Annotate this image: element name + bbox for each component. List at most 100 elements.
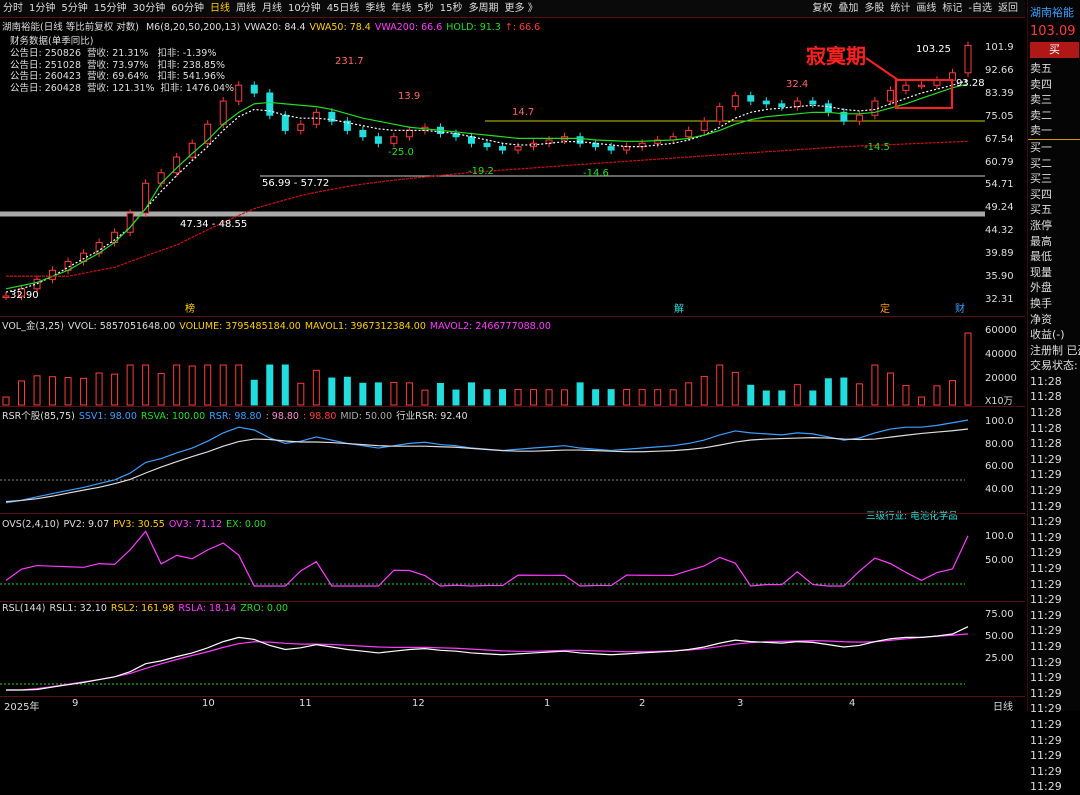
candle [716,106,724,122]
ovs-y-label: 100.0 [985,531,1014,542]
quote-row: 11:28 [1030,390,1062,404]
quote-row: 涨停 [1030,218,1052,232]
rsr-pane: RSR个股(85,75) SSV1: 98.00 RSVA: 100.00 RSR: … [0,406,1025,522]
event-mark: 解 [674,302,684,315]
indicator-1: PV2: 9.07 [63,519,110,530]
rsl-y-label: 25.00 [985,653,1014,664]
candle [607,146,615,151]
candle [374,136,382,144]
candle [902,84,910,91]
quote-row: 外盘 [1030,281,1052,295]
x-axis: 2025年 9 10 11 12 1 2 3 4 日线 [0,696,1025,713]
x-tick-label: 2 [639,698,646,709]
rsl-pane: RSL(144) RSL1: 32.10 RSL2: 161.98 RSLA: 18.… [0,601,1025,697]
candle [235,84,243,102]
quote-row: 交易状态: 正 [1030,359,1080,373]
price-y-label: 39.89 [985,248,1014,260]
x-tick-label: 9 [72,698,79,709]
indicator-1: SSV1: 98.00 [78,411,137,422]
candle [49,269,57,280]
quote-row: 11:29 [1030,484,1062,498]
quote-row: 11:28 [1030,406,1062,420]
quote-row: 11:29 [1030,546,1062,560]
indicator-7: 行业RSR: 92.40 [396,411,468,422]
price-label: 231.7 [335,56,364,67]
indicator-4: : 98.80 [265,411,299,422]
candle [483,142,491,148]
quote-row: 11:29 [1030,577,1062,591]
quote-row: 净资 [1030,312,1052,326]
ovs-indicators: OVS(2,4,10) PV2: 9.07 PV3: 30.55 OV3: 71.12… [2,519,270,530]
price-y-label: 75.05 [985,110,1014,122]
indicator-1: VVOL: 5857051648.00 [67,321,176,332]
candle [731,95,739,108]
candle [499,146,507,151]
price-y-label: 54.71 [985,179,1014,191]
quote-panel: 湖南裕能 103.09 买 卖五 卖四 卖三 卖二 卖一 买一 买二 买三 买四 买五 涨停 最高 最低… [1027,0,1080,793]
indicator-1: RSL1: 32.10 [49,603,107,614]
candle [762,100,770,105]
indicator-3: OV3: 71.12 [168,519,223,530]
event-mark: 财 [955,302,965,315]
rsr-y-label: 60.00 [985,461,1014,473]
quote-row: 11:29 [1030,515,1062,529]
quote-row: 11:29 [1030,749,1062,763]
last-price: 103.09 [1030,24,1076,39]
event-mark: 榜 [185,302,195,315]
quote-row: 11:29 [1030,562,1062,575]
price-label: 13.9 [398,91,420,102]
quote-row: 11:28 [1030,374,1062,388]
price-y-label: 67.54 [985,133,1014,145]
price-y-label: 92.66 [985,64,1014,76]
rsl-y-label: 75.00 [985,609,1014,620]
candle [266,92,274,116]
candle [219,100,227,125]
candle [685,129,693,138]
candle [855,114,863,122]
quote-row: 买一 [1030,140,1052,154]
rsr-y-label: 80.00 [985,438,1014,450]
volume-pane: VOL_金(3,25) VVOL: 5857051648.00 VOLUME: 37… [0,316,1025,407]
x-tick-label: 12 [412,698,425,709]
candle [700,120,708,131]
quote-row: 11:29 [1030,717,1062,731]
candle [809,100,817,105]
candle [917,84,925,88]
quote-row: 换手 [1030,296,1052,310]
ovs-pane: OVS(2,4,10) PV2: 9.07 PV3: 30.55 OV3: 71.12… [0,513,1025,602]
quote-row: 卖四 [1030,77,1052,91]
quote-row: 买二 [1030,156,1052,170]
indicator-2: RSVA: 100.00 [140,411,206,422]
quote-row: 卖一 [1028,123,1080,140]
quote-row: 11:29 [1030,764,1062,778]
price-label: 32.90 [10,290,39,301]
volume-y-label: 20000 [985,373,1017,384]
candle [824,103,832,113]
candle [747,95,755,102]
quote-row: 11:29 [1030,639,1062,653]
quote-row: 11:29 [1030,468,1062,482]
indicator-4: ZRO: 0.00 [240,603,288,614]
price-label: -14.6 [583,168,609,179]
price-y-label: 83.39 [985,87,1014,99]
candle [297,123,305,131]
price-y-label: 32.31 [985,294,1014,305]
quote-row: 11:29 [1030,780,1062,794]
price-label: -14.5 [864,142,890,153]
volume-y-label: 40000 [985,349,1017,360]
x-tick-label: 11 [299,698,312,709]
quote-row: 最高 [1030,234,1052,248]
price-label: 93.28 [956,78,985,89]
indicator-2: VOLUME: 3795485184.00 [179,321,301,332]
indicator-4: MAVOL2: 2466777088.00 [429,321,551,332]
candle [793,100,801,108]
rsl-y-label: 50.00 [985,631,1014,642]
buy-button[interactable]: 买 [1030,42,1079,58]
price-y-label: 35.90 [985,271,1014,283]
quote-row: 11:28 [1030,437,1062,451]
candle [250,84,258,94]
price-label: 14.7 [512,107,534,118]
quote-row: 11:29 [1030,686,1062,700]
quote-row: 11:29 [1030,499,1062,513]
indicator-0: RSR个股(85,75) [2,411,75,422]
